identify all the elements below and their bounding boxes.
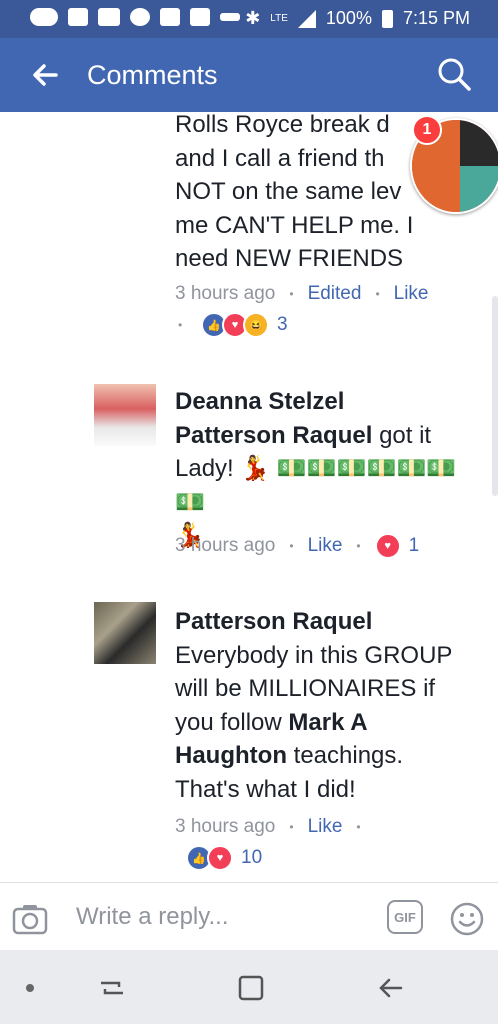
- like-button[interactable]: Like: [394, 283, 429, 305]
- reaction-summary[interactable]: 👍 ♥ 😆 3: [201, 312, 288, 338]
- app-bar: Comments: [0, 38, 498, 112]
- separator-dot: •: [289, 287, 294, 301]
- comment-line: That's what I did!: [175, 775, 356, 803]
- comment-meta: 3 hours ago • Edited • Like: [175, 283, 429, 305]
- edited-link[interactable]: Edited: [308, 283, 362, 305]
- camera-icon[interactable]: [12, 903, 48, 935]
- comment-line: Everybody in this GROUP: [175, 641, 453, 669]
- reply-composer: Write a reply... GIF: [0, 882, 498, 951]
- clock: 7:15 PM: [402, 8, 470, 28]
- more-icon: [30, 8, 58, 26]
- mentioned-user-cont[interactable]: Haughton: [175, 742, 287, 769]
- love-reaction-icon: ♥: [207, 845, 233, 871]
- comment-time: 3 hours ago: [175, 535, 276, 556]
- separator-dot: •: [375, 287, 380, 301]
- page-title: Comments: [87, 60, 218, 90]
- mentioned-user[interactable]: Patterson Raquel: [175, 422, 372, 449]
- messenger-icon: [130, 8, 150, 26]
- love-reaction-icon: ♥: [374, 533, 401, 559]
- avatar[interactable]: [94, 602, 156, 664]
- youtube-icon: [190, 8, 210, 26]
- mentioned-user[interactable]: Mark A: [288, 709, 367, 736]
- battery-icon: [381, 9, 393, 28]
- signal-icon: [297, 9, 316, 28]
- comment-line: need NEW FRIENDS: [175, 245, 404, 272]
- comment-author[interactable]: Patterson Raquel: [175, 605, 480, 639]
- recent-apps-icon[interactable]: [97, 973, 127, 1003]
- comment-author[interactable]: Deanna Stelzel: [175, 385, 480, 419]
- comment-time: 3 hours ago: [175, 283, 276, 304]
- battery-percent: 100%: [325, 8, 372, 28]
- chat-photo-right-top: [460, 120, 498, 166]
- system-navigation-bar: [0, 950, 498, 1024]
- back-arrow-icon[interactable]: [30, 60, 60, 90]
- comment-body: Deanna Stelzel Patterson Raquel got it L…: [175, 385, 480, 553]
- separator-dot: •: [289, 820, 294, 834]
- reaction-count: 3: [277, 314, 288, 335]
- chat-photo-right-bottom: [460, 166, 498, 212]
- emoji-icon[interactable]: [449, 901, 485, 937]
- comment-body: Patterson Raquel Everybody in this GROUP…: [175, 605, 480, 806]
- reaction-count: 10: [241, 847, 263, 868]
- nav-dot-icon[interactable]: [26, 984, 34, 992]
- system-status: ✱ LTE 100% 7:15 PM: [245, 8, 470, 29]
- chat-notification-badge: 1: [412, 115, 442, 145]
- reaction-summary[interactable]: ♥ 1: [374, 533, 420, 559]
- network-type: LTE: [270, 13, 288, 24]
- comment-text: you follow: [175, 708, 282, 736]
- comment-text: teachings.: [293, 742, 404, 769]
- separator-dot: •: [356, 539, 361, 553]
- ebay-icon: [98, 8, 120, 26]
- separator-dot: •: [356, 820, 361, 834]
- back-icon[interactable]: [375, 973, 405, 1003]
- comment-line: me CAN'T HELP me. I: [175, 211, 414, 239]
- gif-button[interactable]: GIF: [387, 900, 423, 934]
- comment-line: will be MILLIONAIRES if: [175, 675, 436, 702]
- comment-line: Lady! 💃 💵💵💵💵💵💵💵: [175, 455, 457, 516]
- avatar[interactable]: [94, 384, 156, 446]
- separator-dot: •: [178, 318, 183, 332]
- like-button[interactable]: Like: [308, 535, 343, 557]
- home-icon[interactable]: [236, 973, 266, 1003]
- like-button[interactable]: Like: [308, 816, 343, 838]
- reaction-summary[interactable]: 👍 ♥ 10: [186, 845, 262, 871]
- bluetooth-icon: ✱: [245, 8, 261, 28]
- comment-text: got it: [379, 421, 432, 449]
- notification-icons: [30, 8, 240, 26]
- reaction-count: 1: [408, 535, 420, 556]
- scrollbar[interactable]: [492, 296, 498, 496]
- facebook-icon: [68, 8, 88, 26]
- status-bar: ✱ LTE 100% 7:15 PM: [0, 0, 498, 38]
- comment-meta: 3 hours ago • Like •: [175, 816, 361, 838]
- reply-input[interactable]: Write a reply...: [76, 903, 228, 931]
- comment-time: 3 hours ago: [175, 816, 276, 837]
- mail-icon: [160, 8, 180, 26]
- search-icon[interactable]: [436, 56, 472, 92]
- cast-icon: [220, 13, 240, 21]
- haha-reaction-icon: 😆: [243, 312, 269, 338]
- separator-dot: •: [289, 539, 294, 553]
- comment-meta: 3 hours ago • Like • ♥ 1: [175, 533, 419, 559]
